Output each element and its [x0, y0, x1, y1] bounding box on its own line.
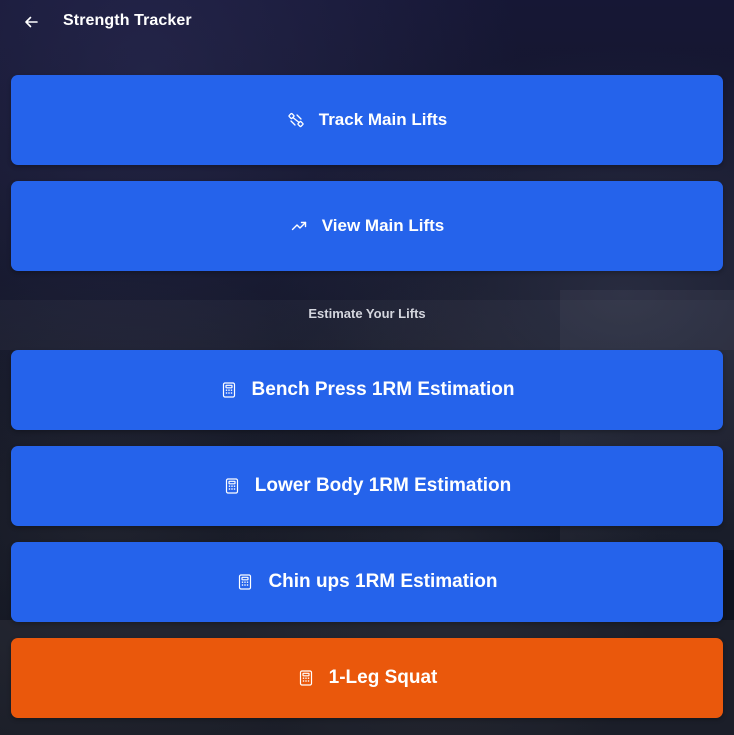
- dumbbell-icon: [287, 111, 305, 129]
- view-main-lifts-button[interactable]: View Main Lifts: [11, 181, 723, 271]
- page-title: Strength Tracker: [63, 12, 192, 29]
- calculator-icon: [220, 381, 238, 399]
- lower-body-estimation-button[interactable]: Lower Body 1RM Estimation: [11, 446, 723, 526]
- bench-press-estimation-label: Bench Press 1RM Estimation: [251, 379, 515, 400]
- calculator-icon: [223, 477, 241, 495]
- track-main-lifts-button[interactable]: Track Main Lifts: [11, 75, 723, 165]
- back-button[interactable]: [20, 11, 42, 33]
- bench-press-estimation-button[interactable]: Bench Press 1RM Estimation: [11, 350, 723, 430]
- trending-up-icon: [290, 217, 308, 235]
- chin-ups-estimation-button[interactable]: Chin ups 1RM Estimation: [11, 542, 723, 622]
- one-leg-squat-button[interactable]: 1-Leg Squat: [11, 638, 723, 718]
- chin-ups-estimation-label: Chin ups 1RM Estimation: [268, 571, 498, 592]
- estimate-section-heading: Estimate Your Lifts: [308, 306, 426, 321]
- view-main-lifts-label: View Main Lifts: [321, 216, 445, 235]
- arrow-left-icon: [23, 14, 39, 30]
- app-header: Strength Tracker: [0, 0, 734, 46]
- calculator-icon: [236, 573, 254, 591]
- track-main-lifts-label: Track Main Lifts: [318, 110, 448, 129]
- one-leg-squat-label: 1-Leg Squat: [328, 667, 438, 688]
- lower-body-estimation-label: Lower Body 1RM Estimation: [254, 475, 512, 496]
- calculator-icon: [297, 669, 315, 687]
